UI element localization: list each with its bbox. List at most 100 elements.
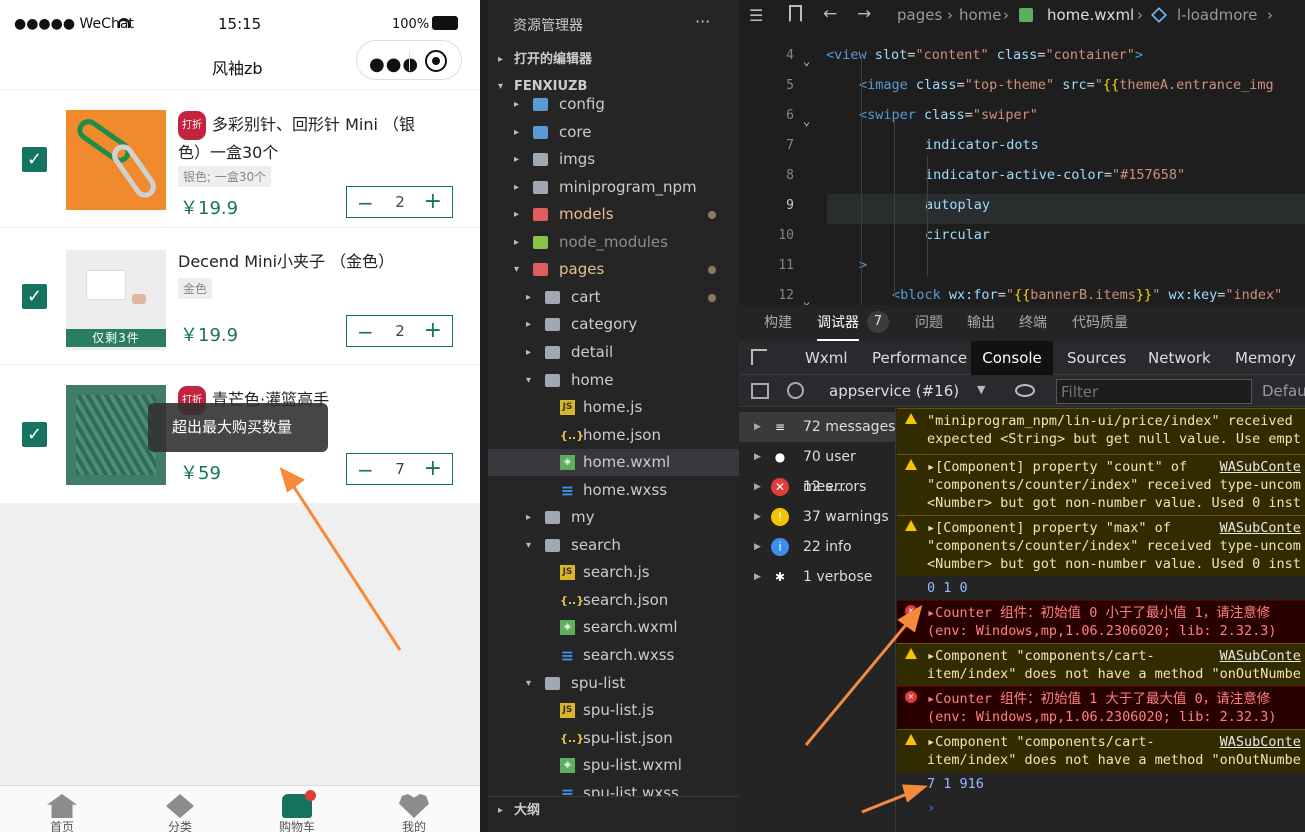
more-actions-icon[interactable]: ···: [695, 12, 710, 31]
context-selector[interactable]: appservice (#16): [829, 382, 959, 400]
tree-item-spu-list-wxml[interactable]: ◈ spu-list.wxml: [488, 752, 739, 779]
item-checkbox[interactable]: ✓: [22, 422, 47, 447]
chevron-right-icon: ▸: [526, 319, 532, 331]
filter-input[interactable]: [1056, 379, 1252, 404]
breadcrumb-pages[interactable]: pages: [897, 6, 942, 24]
tree-item-spu-list-wxss[interactable]: ≡ spu-list.wxss: [488, 780, 739, 796]
console-filter-warnings[interactable]: ▶! 37 warnings: [739, 502, 896, 532]
list-icon[interactable]: ☰: [749, 6, 763, 25]
tree-item-spu-list-json[interactable]: {..} spu-list.json: [488, 725, 739, 752]
tab-wxml[interactable]: Wxml: [805, 341, 848, 375]
console-message[interactable]: 0 1 0: [897, 576, 1305, 600]
fold-chevron-icon[interactable]: ⌄: [803, 294, 810, 305]
tree-item-config[interactable]: ▸ config: [488, 91, 739, 118]
tab-problems[interactable]: 问题: [915, 305, 943, 341]
tree-item-search-wxss[interactable]: ≡ search.wxss: [488, 642, 739, 669]
tree-item-home[interactable]: ▾ home: [488, 367, 739, 394]
tab-debugger[interactable]: 调试器: [817, 305, 859, 341]
tab-network[interactable]: Network: [1148, 341, 1211, 375]
tab-mine[interactable]: 我的: [379, 794, 449, 832]
clear-console-icon[interactable]: [787, 382, 804, 399]
decrease-button[interactable]: −: [357, 458, 374, 482]
tree-item-home-wxss[interactable]: ≡ home.wxss: [488, 477, 739, 504]
tree-item-home-wxml[interactable]: ◈ home.wxml: [488, 449, 739, 477]
default-levels-dropdown[interactable]: Default: [1262, 382, 1305, 400]
tab-sources[interactable]: Sources: [1067, 341, 1126, 375]
console-filter-info[interactable]: ▶ i 22 info: [739, 532, 896, 562]
tree-item-core[interactable]: ▸ core: [488, 119, 739, 146]
tree-item-category[interactable]: ▸ category: [488, 311, 739, 338]
tree-item-home-js[interactable]: JS home.js: [488, 394, 739, 421]
item-checkbox[interactable]: ✓: [22, 147, 47, 172]
breadcrumb-home[interactable]: home: [959, 6, 1002, 24]
console-message[interactable]: ✕ ▸Counter 组件：初始值 0 小于了最小值 1，请注意修 (env: Wi…: [897, 600, 1305, 643]
tree-item-imgs[interactable]: ▸ imgs: [488, 146, 739, 173]
tree-item-node_modules[interactable]: ▸ node_modules: [488, 229, 739, 256]
console-filter-verbose[interactable]: ▶ ✱ 1 verbose: [739, 562, 896, 592]
increase-button[interactable]: +: [424, 456, 442, 481]
bookmark-icon[interactable]: [789, 5, 802, 22]
tab-performance[interactable]: Performance: [872, 341, 967, 375]
tree-item-spu-list-js[interactable]: JS spu-list.js: [488, 697, 739, 724]
tree-item-cart[interactable]: ▸ cart: [488, 284, 739, 311]
console-filter-messages[interactable]: ▶ ≡ 72 messages: [739, 412, 896, 442]
open-editors-section[interactable]: ▸ 打开的编辑器: [488, 46, 739, 73]
console-message[interactable]: ▸[Component] property "max" of WASubCont…: [897, 515, 1305, 576]
tree-item-my[interactable]: ▸ my: [488, 504, 739, 531]
console-message[interactable]: ▸[Component] property "count" of WASubCo…: [897, 454, 1305, 515]
source-link[interactable]: WASubConte: [1220, 520, 1301, 536]
tree-item-search-js[interactable]: JS search.js: [488, 559, 739, 586]
tab-build[interactable]: 构建: [764, 305, 792, 341]
quantity-value[interactable]: 2: [387, 322, 413, 340]
breadcrumb-symbol[interactable]: l-loadmore: [1177, 6, 1258, 24]
close-miniprogram-icon[interactable]: [425, 50, 447, 72]
source-link[interactable]: WASubConte: [1220, 734, 1301, 750]
tree-item-detail[interactable]: ▸ detail: [488, 339, 739, 366]
tab-home[interactable]: 首页: [27, 794, 97, 832]
decrease-button[interactable]: −: [357, 320, 374, 344]
code-area[interactable]: 3 type="{{loadingType}}"> 4 <view slot="con…: [739, 32, 1305, 305]
breadcrumb-file[interactable]: home.wxml: [1047, 6, 1134, 24]
tab-console[interactable]: Console: [971, 341, 1053, 375]
console-filter-user[interactable]: ▶ ● 70 user mes...: [739, 442, 896, 495]
tab-output[interactable]: 输出: [967, 305, 995, 341]
decrease-button[interactable]: −: [357, 191, 374, 215]
fold-chevron-icon[interactable]: ⌄: [803, 114, 810, 128]
tree-item-models[interactable]: ▸ models: [488, 201, 739, 228]
console-filter-errors[interactable]: ▶ ✕ 12 errors: [739, 472, 896, 502]
tab-cart[interactable]: 购物车: [262, 790, 332, 832]
source-link[interactable]: WASubConte: [1220, 648, 1301, 664]
tree-item-search-json[interactable]: {..} search.json: [488, 587, 739, 614]
item-checkbox[interactable]: ✓: [22, 284, 47, 309]
tree-item-search-wxml[interactable]: ◈ search.wxml: [488, 614, 739, 641]
tree-item-home-json[interactable]: {..} home.json: [488, 422, 739, 449]
tree-item-miniprogram_npm[interactable]: ▸ miniprogram_npm: [488, 174, 739, 201]
forward-icon[interactable]: →: [857, 4, 871, 24]
outline-section[interactable]: ▸ 大纲: [488, 796, 739, 823]
tab-memory[interactable]: Memory: [1235, 341, 1296, 375]
tree-item-search[interactable]: ▾ search: [488, 532, 739, 559]
tree-item-pages[interactable]: ▾ pages: [488, 256, 739, 283]
console-message[interactable]: ▸Component "components/cart- WASubConte i…: [897, 729, 1305, 772]
eye-icon[interactable]: [1015, 384, 1035, 397]
increase-button[interactable]: +: [424, 189, 442, 214]
increase-button[interactable]: +: [424, 318, 442, 343]
tab-terminal[interactable]: 终端: [1019, 305, 1047, 341]
console-message[interactable]: 7 1 916: [897, 772, 1305, 796]
tree-item-spu-list[interactable]: ▾ spu-list: [488, 670, 739, 697]
chevron-down-icon[interactable]: ▼: [977, 383, 985, 396]
sidebar-toggle-icon[interactable]: [751, 383, 769, 399]
fold-chevron-icon[interactable]: ⌄: [803, 54, 810, 68]
source-link[interactable]: WASubConte: [1220, 459, 1301, 475]
console-message[interactable]: ✕ ▸Counter 组件：初始值 1 大于了最大值 0，请注意修 (env: Wi…: [897, 686, 1305, 729]
inspect-element-icon[interactable]: [751, 349, 767, 365]
console-message[interactable]: ▸Component "components/cart- WASubConte i…: [897, 643, 1305, 686]
console-message[interactable]: ›: [897, 796, 1305, 820]
quantity-value[interactable]: 2: [387, 193, 413, 211]
console-message[interactable]: "miniprogram_npm/lin-ui/price/index" rec…: [897, 408, 1305, 454]
tab-category[interactable]: 分类: [145, 794, 215, 832]
back-icon[interactable]: ←: [823, 4, 837, 24]
more-menu-icon[interactable]: ●●●: [369, 54, 419, 75]
tab-code-quality[interactable]: 代码质量: [1072, 305, 1128, 341]
quantity-value[interactable]: 7: [387, 460, 413, 478]
